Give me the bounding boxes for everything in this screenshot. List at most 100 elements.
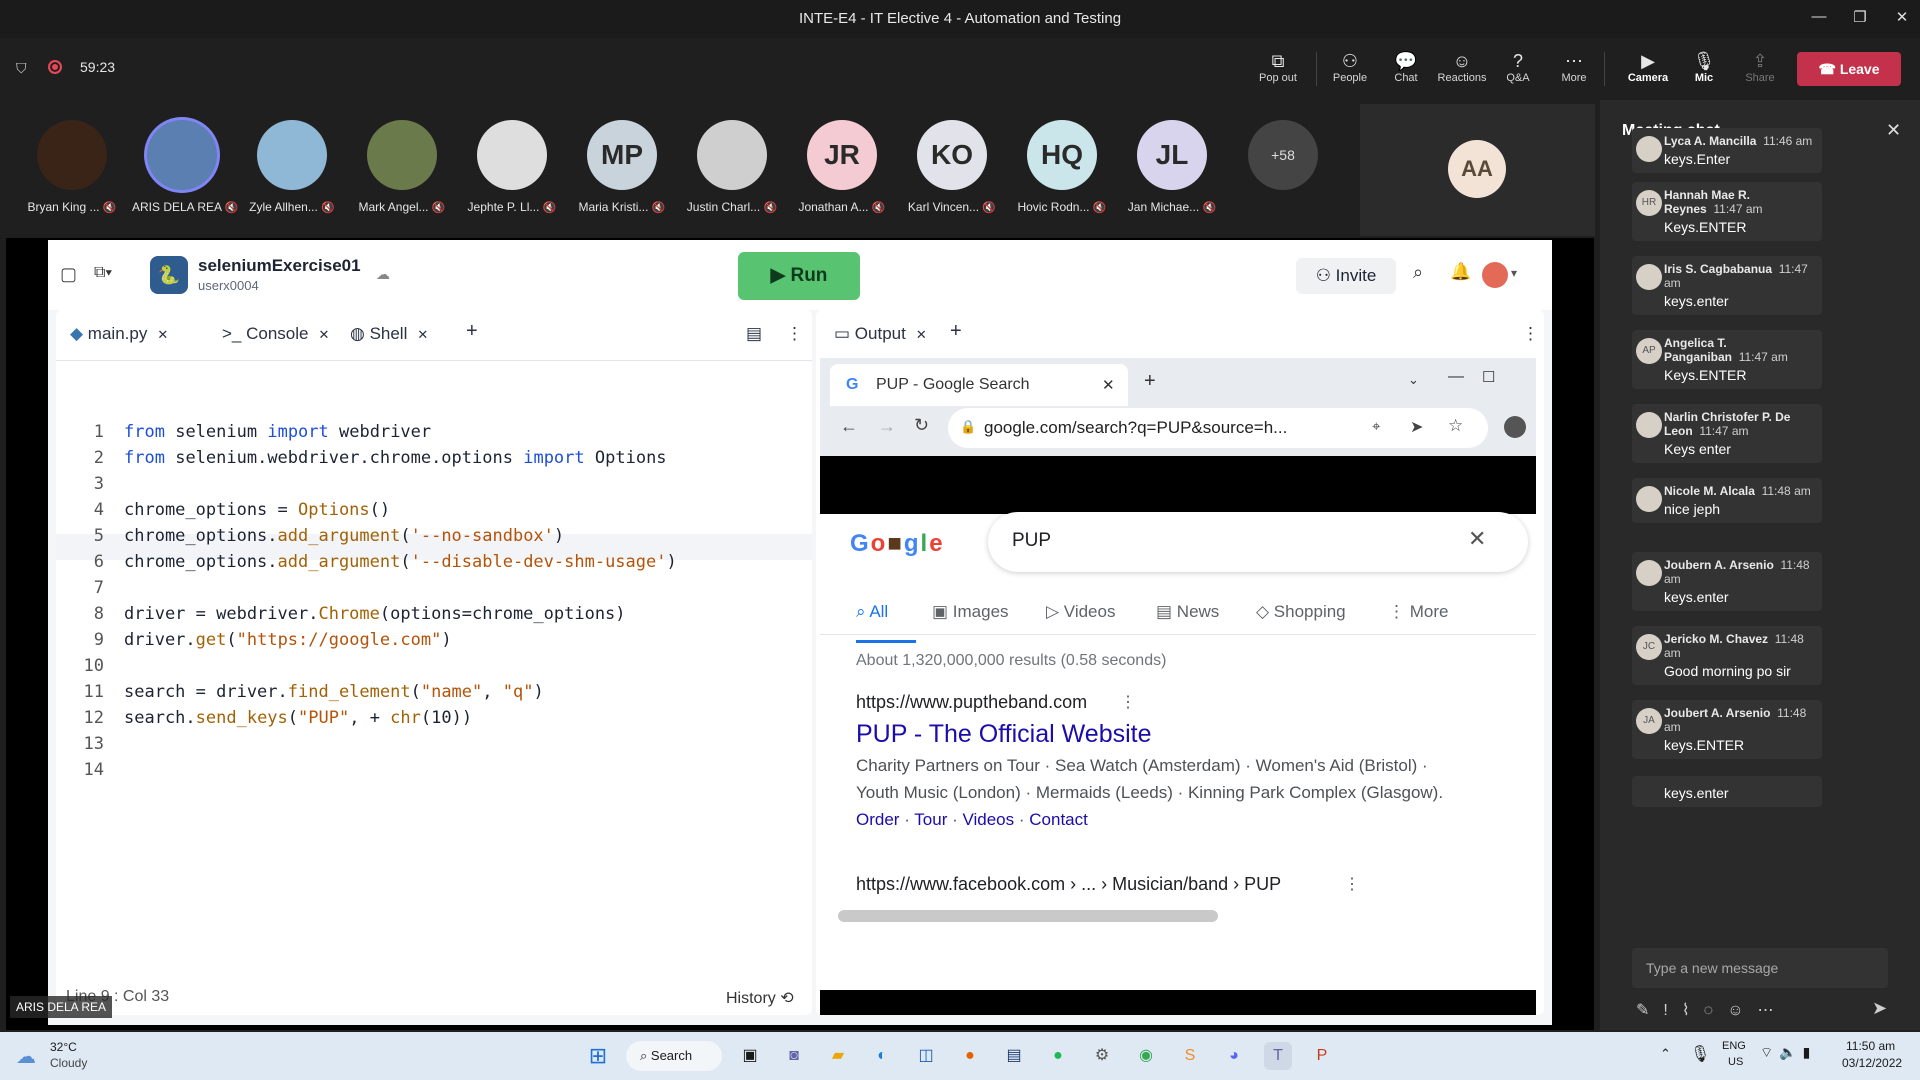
participant-tile[interactable]: Mark Angel... 🔇 [352,120,452,214]
more-icon[interactable]: ⋯ [1758,1002,1788,1019]
close-icon[interactable]: ✕ [916,327,927,342]
code-line[interactable]: chrome_options.add_argument('--disable-d… [124,552,677,572]
sitelink[interactable]: Contact [1029,810,1088,829]
spotify-icon[interactable]: ● [1044,1042,1072,1070]
tab-main-py[interactable]: ◆ main.py ✕ [70,324,168,344]
add-tab-icon[interactable]: + [950,320,962,343]
forward-icon[interactable]: → [878,416,896,437]
history-button[interactable]: History ⟲ [726,988,794,1008]
app-icon[interactable]: ▤ [1000,1042,1028,1070]
edge-icon[interactable]: ◐ [868,1042,896,1070]
chevron-up-icon[interactable]: ⌃ [1660,1046,1671,1062]
close-icon[interactable]: ✕ [1891,8,1913,30]
search-nav-news[interactable]: ▤ News [1156,602,1219,622]
participant-tile[interactable]: JR Jonathan A... 🔇 [792,120,892,214]
leave-button[interactable]: ☎ Leave [1797,52,1901,86]
chat-message[interactable]: JA Joubert A. Arsenio 11:48 am keys.ENTER [1632,700,1822,759]
avatar[interactable] [1482,262,1508,288]
search-icon[interactable]: ⌕ [1413,262,1423,283]
participant-tile[interactable]: HQ Hovic Rodn... 🔇 [1012,120,1112,214]
maximize-icon[interactable]: ☐ [1482,368,1495,386]
tab-console[interactable]: >_ Console ✕ [222,324,329,344]
clock-time[interactable]: 11:50 am [1846,1039,1895,1053]
code-line[interactable]: from selenium.webdriver.chrome.options i… [124,448,667,468]
store-icon[interactable]: ◫ [912,1042,940,1070]
windows-start-icon[interactable]: ⊞ [584,1042,612,1070]
close-icon[interactable]: ✕ [1886,120,1901,141]
search-nav-all[interactable]: ⌕ All [856,602,888,622]
chrome-icon[interactable]: ◉ [1132,1042,1160,1070]
chevron-down-icon[interactable]: ▾ [1511,266,1517,280]
location-icon[interactable]: ⌖ [1372,418,1380,435]
minimize-icon[interactable]: — [1448,368,1464,386]
chat-message[interactable]: Lyca A. Mancilla 11:46 am keys.Enter [1632,128,1822,173]
result-url[interactable]: https://www.facebook.com › ... › Musicia… [856,874,1281,895]
language-primary[interactable]: ENG [1722,1040,1746,1052]
tab-output[interactable]: ▭ Output ✕ [834,324,927,344]
more-vertical-icon[interactable]: ⋮ [1522,324,1539,344]
invite-button[interactable]: ⚇ Invite [1296,258,1396,294]
search-nav-images[interactable]: ▣ Images [932,602,1009,622]
powerpoint-icon[interactable]: P [1308,1042,1336,1070]
message-input[interactable]: Type a new message [1632,948,1888,988]
google-doodle-logo[interactable]: Go■gle [850,530,950,566]
participant-tile[interactable]: Zyle Allhen... 🔇 [242,120,342,214]
chat-message[interactable]: AP Angelica T. Panganiban 11:47 am Keys.EN… [1632,330,1822,389]
minimize-icon[interactable]: — [1808,8,1830,30]
taskbar-search[interactable]: ⌕ Search [626,1041,722,1071]
close-icon[interactable]: ✕ [1102,376,1115,394]
search-nav-videos[interactable]: ▷ Videos [1046,602,1115,622]
tab-shell[interactable]: ◍ Shell ✕ [350,324,428,344]
firefox-icon[interactable]: ● [956,1042,984,1070]
bell-icon[interactable]: 🔔 [1450,262,1471,282]
code-line[interactable]: driver.get("https://google.com") [124,630,452,650]
system-tray-icons[interactable]: ⌔🔈▮ [1760,1044,1816,1062]
sitelink[interactable]: Videos [962,810,1014,829]
workspace-menu-icon[interactable]: ⧉▾ [94,264,112,282]
browser-tab[interactable]: G PUP - Google Search ✕ [830,364,1128,406]
run-button[interactable]: ▶ Run [738,252,860,300]
attach-icon[interactable]: ⌇ [1682,1002,1704,1019]
toolbar-qa-button[interactable]: ? Q&A [1490,50,1546,84]
chat-message[interactable]: Joubern A. Arsenio 11:48 am keys.enter [1632,552,1822,611]
code-line[interactable]: driver = webdriver.Chrome(options=chrome… [124,604,626,624]
chat-message[interactable]: JC Jericko M. Chavez 11:48 am Good morning… [1632,626,1822,685]
more-vertical-icon[interactable]: ⋮ [1120,692,1136,712]
toolbar-more-button[interactable]: ⋯ More [1546,50,1602,84]
file-explorer-icon[interactable]: ▰ [824,1042,852,1070]
more-vertical-icon[interactable]: ⋮ [786,324,803,344]
result-title[interactable]: PUP - The Official Website [856,720,1152,749]
important-icon[interactable]: ! [1663,1002,1681,1019]
loop-icon[interactable]: ◌ [1704,1002,1728,1019]
participant-tile[interactable]: MP Maria Kristi... 🔇 [572,120,672,214]
participant-tile[interactable]: KO Karl Vincen... 🔇 [902,120,1002,214]
discord-icon[interactable]: ◕ [1220,1042,1248,1070]
sitelink[interactable]: Order [856,810,899,829]
chevron-down-icon[interactable]: ⌄ [1408,372,1419,388]
project-user[interactable]: userx0004 [198,278,259,293]
settings-icon[interactable]: ⚙ [1088,1042,1116,1070]
address-bar[interactable]: 🔒 google.com/search?q=PUP&source=h... ⌖ … [948,408,1488,448]
sublime-icon[interactable]: S [1176,1042,1204,1070]
teams-icon[interactable]: T [1264,1042,1292,1070]
result-url[interactable]: https://www.puptheband.com [856,692,1087,713]
weather-condition[interactable]: Cloudy [50,1056,87,1070]
search-box[interactable]: PUP ✕ [988,512,1528,572]
participant-tile[interactable]: Justin Charl... 🔇 [682,120,782,214]
layout-icon[interactable]: ▤ [746,324,762,344]
search-nav-more[interactable]: ⋮ More [1388,602,1448,622]
more-participants-badge[interactable]: +58 [1248,120,1318,190]
code-line[interactable]: search.send_keys("PUP", + chr(10)) [124,708,472,728]
more-vertical-icon[interactable]: ⋮ [1344,874,1360,894]
chat-message[interactable]: Narlin Christofer P. De Leon 11:47 am Key… [1632,404,1822,463]
mic-muted-icon[interactable]: 🎙 [1690,1044,1710,1064]
reload-icon[interactable]: ↻ [914,415,929,436]
sidebar-toggle-icon[interactable]: ▢ [60,264,77,285]
chat-message[interactable]: HR Hannah Mae R. Reynes 11:47 am Keys.ENTE… [1632,182,1822,241]
horizontal-scrollbar[interactable] [838,910,1218,922]
participant-tile[interactable]: Jephte P. Ll... 🔇 [462,120,562,214]
back-icon[interactable]: ← [840,416,858,437]
add-tab-icon[interactable]: + [466,320,478,343]
task-view-icon[interactable]: ▣ [736,1042,764,1070]
toolbar-people-button[interactable]: ⚇ People [1322,50,1378,84]
